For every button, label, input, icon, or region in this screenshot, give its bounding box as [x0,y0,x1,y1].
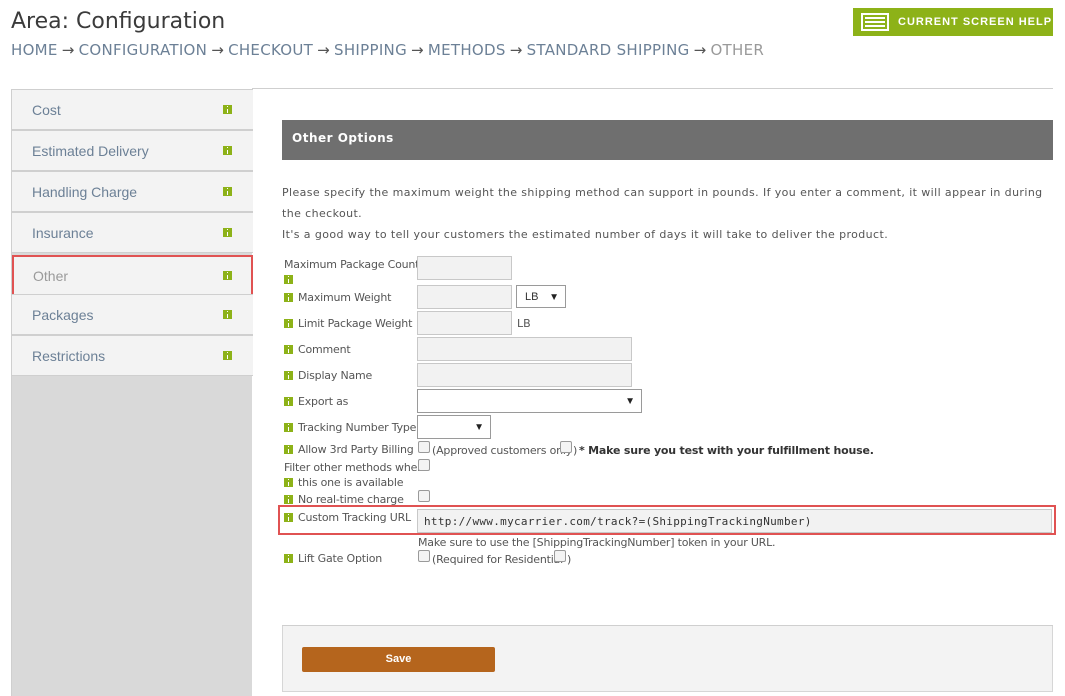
info-icon[interactable] [223,310,232,319]
info-icon[interactable] [284,293,293,302]
fulfillment-warning: * Make sure you test with your fulfillme… [579,444,874,457]
info-icon[interactable] [284,495,293,504]
save-button[interactable]: Save [302,647,495,672]
lift-gate-option-checkbox[interactable] [418,550,430,562]
breadcrumb-standard-shipping[interactable]: STANDARD SHIPPING [527,41,690,59]
breadcrumb-arrow: → [317,41,331,59]
comment-input[interactable] [417,337,632,361]
lift-gate-option-label: Lift Gate Option [284,551,382,566]
breadcrumb-home[interactable]: HOME [11,41,58,59]
required-for-residential-close: ) [567,553,572,566]
sidebar-item-label: Estimated Delivery [32,142,149,159]
dropdown-caret-icon: ▼ [625,396,635,407]
sidebar-item-label: Packages [32,306,94,323]
display-name-input[interactable] [417,363,632,387]
help-screen-icon [861,13,889,31]
info-icon[interactable] [223,187,232,196]
sidebar-item-label: Insurance [32,224,94,241]
required-for-residential-note: (Required for Residential [432,553,563,566]
info-icon[interactable] [284,397,293,406]
page-title: Area: Configuration [11,9,226,34]
sidebar-item-label: Restrictions [32,347,106,364]
info-icon[interactable] [284,345,293,354]
panel-title: Other Options [282,120,1053,160]
breadcrumb-current: OTHER [710,41,765,59]
breadcrumb-arrow: → [411,41,424,59]
max-weight-label: Maximum Weight [284,290,391,305]
max-weight-input[interactable] [417,285,512,309]
info-icon[interactable] [284,445,293,454]
description-line-2: It's a good way to tell your customers t… [282,228,889,241]
custom-tracking-url-input[interactable] [417,509,1052,533]
sidebar: Cost Estimated Delivery Handling Charge … [11,89,253,696]
info-icon[interactable] [284,319,293,328]
sidebar-item-cost[interactable]: Cost [12,89,253,130]
dropdown-caret-icon: ▼ [549,292,559,303]
limit-package-weight-input[interactable] [417,311,512,335]
breadcrumb-arrow: → [61,41,75,59]
info-icon[interactable] [223,228,232,237]
allow-3rd-party-billing-checkbox[interactable] [418,441,430,453]
custom-tracking-url-hint: Make sure to use the [ShippingTrackingNu… [418,536,776,549]
panel-description: Please specify the maximum weight the sh… [282,182,1053,245]
approved-customers-close: ) [573,444,578,457]
sidebar-item-label: Handling Charge [32,183,138,200]
approved-customers-note: (Approved customers only [432,444,573,457]
sidebar-item-label: Other [33,268,69,284]
filter-other-methods-checkbox[interactable] [418,459,430,471]
breadcrumb-checkout[interactable]: CHECKOUT [228,41,313,59]
header-divider [252,88,1053,89]
breadcrumb: HOME → CONFIGURATION → CHECKOUT → SHIPPING → MET… [11,41,764,59]
max-package-count-input[interactable] [417,256,512,280]
sidebar-item-packages[interactable]: Packages [12,294,253,335]
limit-package-weight-label: Limit Package Weight [284,316,412,331]
info-icon[interactable] [223,351,232,360]
approved-customers-only-checkbox[interactable] [560,441,572,453]
description-line-1: Please specify the maximum weight the sh… [282,186,1043,220]
filter-other-methods-label: Filter other methods when this one is av… [284,461,424,489]
limit-weight-unit: LB [517,317,531,330]
breadcrumb-arrow: → [211,41,225,59]
breadcrumb-arrow: → [509,41,523,59]
max-weight-unit-select[interactable]: LB ▼ [516,285,566,308]
required-for-residential-checkbox[interactable] [554,550,566,562]
sidebar-item-insurance[interactable]: Insurance [12,212,253,253]
export-as-label: Export as [284,394,348,409]
info-icon[interactable] [284,554,293,563]
tracking-number-type-label: Tracking Number Type [284,420,416,435]
tracking-number-type-select[interactable]: ▼ [417,415,491,439]
breadcrumb-configuration[interactable]: CONFIGURATION [79,41,208,59]
sidebar-item-estimated-delivery[interactable]: Estimated Delivery [12,130,253,171]
info-icon[interactable] [223,146,232,155]
current-screen-help-button[interactable]: CURRENT SCREEN HELP [853,8,1053,36]
comment-label: Comment [284,342,351,357]
info-icon[interactable] [223,105,232,114]
info-icon[interactable] [284,275,293,284]
no-realtime-charge-checkbox[interactable] [418,490,430,502]
sidebar-item-restrictions[interactable]: Restrictions [12,335,253,376]
export-as-select[interactable]: ▼ [417,389,642,413]
display-name-label: Display Name [284,368,372,383]
breadcrumb-shipping[interactable]: SHIPPING [334,41,407,59]
dropdown-caret-icon: ▼ [474,422,484,433]
help-button-label: CURRENT SCREEN HELP [898,16,1053,28]
custom-tracking-url-label: Custom Tracking URL [284,510,411,525]
allow-3rd-party-billing-label: Allow 3rd Party Billing [284,442,414,457]
info-icon[interactable] [284,371,293,380]
sidebar-item-handling-charge[interactable]: Handling Charge [12,171,253,212]
sidebar-item-label: Cost [32,101,61,118]
max-package-count-label: Maximum Package Count [284,257,419,287]
sidebar-item-other[interactable]: Other [12,255,253,297]
info-icon[interactable] [284,478,293,487]
info-icon[interactable] [223,271,232,280]
breadcrumb-arrow: → [693,41,707,59]
breadcrumb-methods[interactable]: METHODS [428,41,506,59]
info-icon[interactable] [284,423,293,432]
info-icon[interactable] [284,513,293,522]
